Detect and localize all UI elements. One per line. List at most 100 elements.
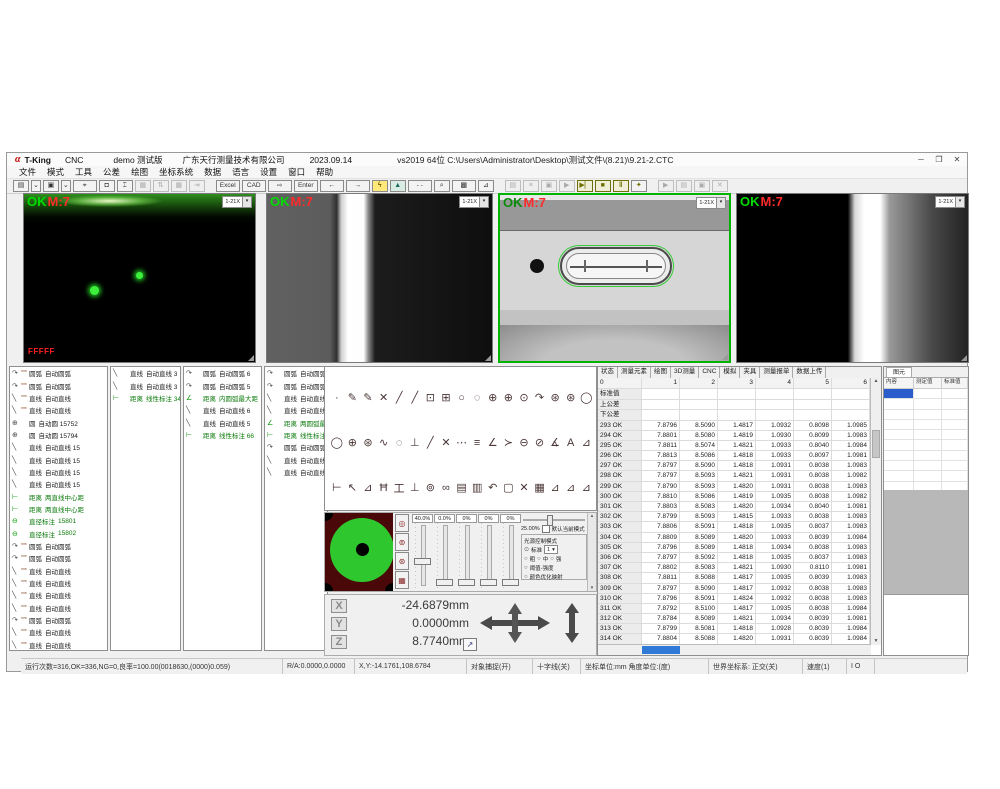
edge-detect-button[interactable]: ⌶ [117,180,133,192]
camera-view-3-selected[interactable]: OK M:7 1-21X ▾ [498,193,731,363]
element-item[interactable]: ↷圆弧自动圆弧 55 [265,367,327,379]
menu-item[interactable]: 数据 [204,166,221,178]
chevron-down-icon[interactable]: ▾ [716,198,725,208]
zoom-select[interactable]: 1-21X ▾ [696,197,726,209]
menu-item[interactable]: 帮助 [316,166,333,178]
radio-color[interactable]: ○ [524,574,528,580]
element-item[interactable]: ⊢距离线性标注 34 [111,392,180,404]
measure-row[interactable]: 307 OK7.88028.50831.48211.09300.81101.09… [598,563,871,573]
measure-row[interactable]: 308 OK7.88118.50881.48171.09350.80391.09… [598,573,871,583]
tool-icon[interactable]: ▦ [532,481,548,494]
resize-grip-icon[interactable] [722,354,728,360]
menu-item[interactable]: 语言 [232,166,249,178]
tool-icon[interactable]: Ħ [376,482,392,494]
element-item[interactable]: ╲***直线自动直线 [10,404,107,416]
excel-export-button[interactable]: Excel [216,180,240,192]
zoom-decrease-button[interactable]: - - [408,180,432,192]
element-item[interactable]: ∠距离两圆弧最大距 [265,416,327,428]
tool-icon[interactable]: ⊙ [516,391,532,404]
tool-icon[interactable]: ╱ [407,391,423,404]
element-item[interactable]: ↷***圆弧自动圆弧 [10,379,107,391]
maximize-button[interactable]: ❐ [933,155,945,164]
measure-row[interactable]: 304 OK7.88098.50891.48201.09330.80391.09… [598,533,871,543]
element-item[interactable]: ╲***直线自动直线 [10,392,107,404]
element-item[interactable]: ╲直线自动直线 55 [265,466,327,478]
report-export-button[interactable]: ⇨ [268,180,292,192]
run-to-end-button[interactable]: ▶▏ [577,180,593,192]
tool-icon[interactable]: ∿ [376,436,392,449]
tool-icon[interactable]: ○ [454,392,470,404]
measure-row[interactable]: 302 OK7.87998.50931.48151.09330.80381.09… [598,512,871,522]
tool-icon[interactable]: ✕ [376,391,392,404]
element-item[interactable]: ╲直线自动直线 3 [111,379,180,391]
measure-row[interactable]: 298 OK7.87978.50931.48211.09310.80381.09… [598,471,871,481]
rp-row[interactable] [884,389,968,399]
element-item[interactable]: ↷***圆弧自动圆弧 [10,552,107,564]
radio-standard[interactable]: ⊙ [524,546,529,553]
slider-handle[interactable] [502,579,519,586]
tool-icon[interactable]: ⊥ [407,436,423,449]
tool-icon[interactable]: ⊡ [423,391,439,404]
updown-move-button[interactable]: ⇅ [153,180,169,192]
element-item[interactable]: ⊖直径标注15802 [10,527,107,539]
table-tab[interactable]: 数据上传 [793,367,826,378]
zoom-select[interactable]: 1-21X ▾ [222,196,252,208]
rp-row[interactable] [884,430,968,440]
slider-handle[interactable] [547,515,553,526]
tool-icon[interactable]: ╱ [391,391,407,404]
element-item[interactable]: ↷圆弧自动圆弧 55 [265,441,327,453]
tool-icon[interactable]: ⊕ [485,391,501,404]
light-mode-button[interactable]: ⊛ [395,552,409,570]
element-item[interactable]: ╲直线自动直线 3 [111,367,180,379]
tool-icon[interactable]: ⊥ [407,481,423,494]
element-item[interactable]: ╲***直线自动直线 [10,577,107,589]
element-item[interactable]: ∠距离内圆弧最大距 [184,392,261,404]
tool-icon[interactable]: ⊿ [563,481,579,494]
play-gray-button[interactable]: ▶ [559,180,575,192]
tool-icon[interactable]: ≻ [501,436,517,449]
tool-icon[interactable]: ▥ [469,481,485,494]
element-item[interactable]: ╲***直线自动直线 [10,602,107,614]
element-item[interactable]: ⊢距离线性标注 66 [184,429,261,441]
step-move-button[interactable]: ⇥ [189,180,205,192]
rp-row[interactable] [884,451,968,461]
table-tab[interactable]: 测量报单 [760,367,793,378]
save3-button[interactable]: ▤ [676,180,692,192]
title-bar[interactable]: α T-King CNC demo 测试版 广东天行测量技术有限公司 2023.… [7,153,967,166]
scroll-down-icon[interactable]: ▼ [871,638,881,645]
minimize-button[interactable]: ─ [915,155,927,164]
tool-icon[interactable]: ⊿ [579,481,595,494]
chevron-down-icon[interactable]: ▾ [479,197,488,207]
menu-item[interactable]: 坐标系统 [159,166,193,178]
tool-icon[interactable]: ⊕ [501,391,517,404]
tool-icon[interactable]: A [563,437,579,449]
element-item[interactable]: ↷***圆弧自动圆弧 [10,367,107,379]
measure-row[interactable]: 296 OK7.88138.50861.48181.09330.80971.09… [598,451,871,461]
tool-icon[interactable]: ◌ [469,392,485,404]
open-menu-button[interactable]: ⌄ [61,180,71,192]
menu-item[interactable]: 文件 [19,166,36,178]
tool-icon[interactable]: 工 [391,480,407,496]
pattern-grid-button[interactable]: ▩ [452,180,476,192]
light-slider[interactable] [500,523,521,588]
play2-button[interactable]: ▶ [658,180,674,192]
tool-icon[interactable]: ✕ [516,481,532,494]
master-light-slider[interactable] [521,514,587,524]
arrow-right-button[interactable]: → [346,180,370,192]
element-item[interactable]: ↷圆弧自动圆弧 5 [184,379,261,391]
element-item[interactable]: ╲直线自动直线 55 [265,392,327,404]
rp-row[interactable] [884,420,968,430]
table-tab[interactable]: 夹具 [740,367,760,378]
element-item[interactable]: ↷圆弧自动圆弧 55 [265,379,327,391]
columns-button[interactable]: ≡ [523,180,539,192]
tool-icon[interactable]: ⊛ [360,436,376,449]
tool-icon[interactable]: ✎ [345,391,361,404]
resize-grip-icon[interactable] [248,355,254,361]
save-button[interactable]: ▤ [13,180,29,192]
tool-icon[interactable]: ⊛ [547,391,563,404]
chevron-down-icon[interactable]: ▾ [242,197,251,207]
element-item[interactable]: ╲直线自动直线 55 [265,404,327,416]
table-vertical-scrollbar[interactable]: ▲ ▼ [870,378,881,645]
measure-row[interactable]: 299 OK7.87908.50931.48201.09310.80381.09… [598,482,871,492]
table-tab[interactable]: 状态 [598,367,618,378]
